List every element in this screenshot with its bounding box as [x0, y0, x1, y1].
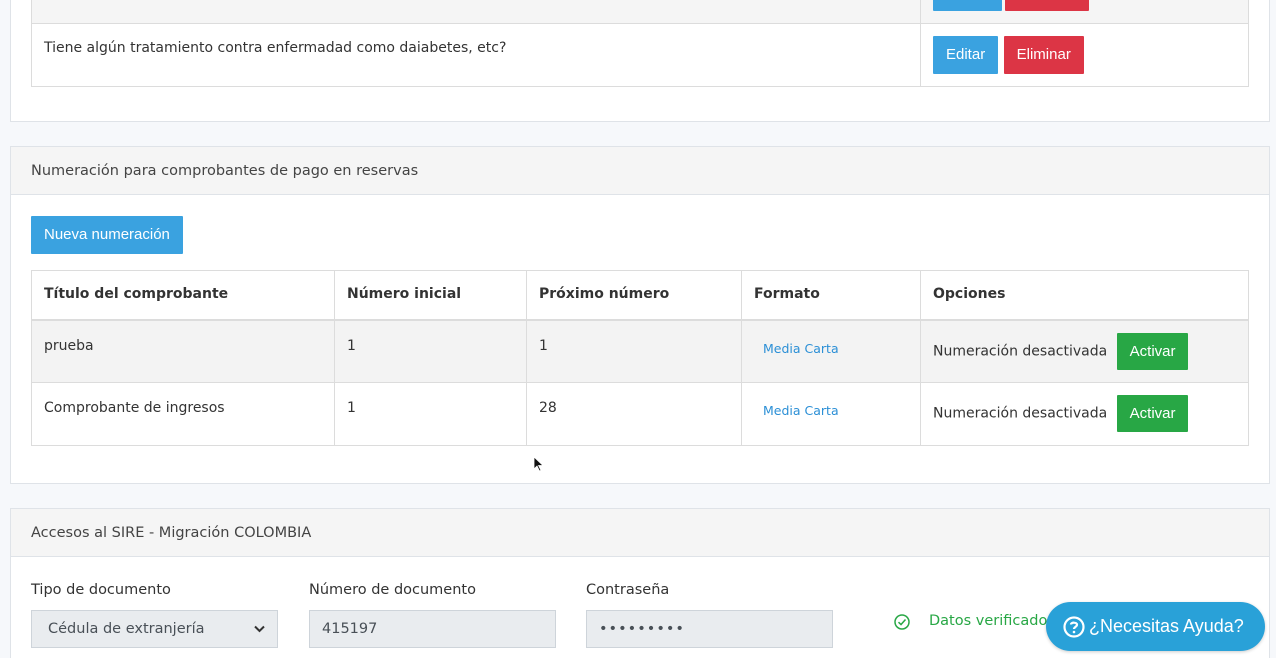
delete-button[interactable]: Eliminar	[1003, 36, 1084, 74]
numbering-panel: Numeración para comprobantes de pago en …	[10, 146, 1270, 484]
column-header: Próximo número	[526, 270, 742, 320]
format-cell: Media Carta	[741, 382, 921, 446]
table-row: Comprobante de ingresos 1 28 Media Carta…	[31, 382, 1249, 446]
questions-panel: Tiene algún tratamiento contra enfermada…	[10, 0, 1270, 122]
column-header: Número inicial	[334, 270, 527, 320]
doc-number-label: Número de documento	[309, 582, 476, 598]
options-cell: Numeración desactivada Activar	[920, 382, 1249, 446]
questions-table: Tiene algún tratamiento contra enfermada…	[31, 0, 1249, 87]
question-text: Tiene algún tratamiento contra enfermada…	[31, 23, 921, 87]
chevron-down-icon	[254, 625, 265, 633]
activate-button[interactable]: Activar	[1116, 395, 1189, 432]
status-text: Numeración desactivada	[933, 405, 1108, 422]
status-text: Numeración desactivada	[933, 343, 1108, 359]
start-number: 1	[334, 382, 527, 446]
numbering-table: Título del comprobante Número inicial Pr…	[31, 270, 1249, 446]
format-cell: Media Carta	[741, 319, 921, 383]
next-number: 28	[526, 382, 742, 446]
verified-text: Datos verificados	[929, 613, 1055, 629]
password-label: Contraseña	[586, 582, 670, 598]
receipt-title: prueba	[31, 319, 335, 383]
mouse-cursor-icon	[533, 456, 545, 472]
next-number: 1	[526, 319, 742, 383]
format-link[interactable]: Media Carta	[763, 341, 839, 356]
table-row: prueba 1 1 Media Carta Numeración desact…	[31, 319, 1249, 383]
table-header-row: Título del comprobante Número inicial Pr…	[31, 270, 1249, 320]
table-cell	[920, 0, 1249, 24]
delete-button-partial[interactable]	[1005, 0, 1089, 11]
doc-type-value: Cédula de extranjería	[48, 621, 205, 637]
edit-button[interactable]: Editar	[933, 36, 999, 74]
table-row	[31, 0, 1249, 24]
start-number: 1	[334, 319, 527, 383]
table-cell: Editar Eliminar	[920, 23, 1249, 87]
edit-button-partial[interactable]	[933, 0, 1002, 11]
receipt-title: Comprobante de ingresos	[31, 382, 335, 446]
check-circle-icon	[894, 614, 910, 630]
doc-number-input[interactable]: 415197	[309, 610, 556, 648]
format-link[interactable]: Media Carta	[763, 403, 839, 418]
doc-type-label: Tipo de documento	[31, 582, 171, 598]
column-header: Opciones	[920, 270, 1249, 320]
new-numbering-button[interactable]: Nueva numeración	[31, 216, 183, 254]
help-button[interactable]: ¿Necesitas Ayuda?	[1046, 602, 1265, 651]
column-header: Formato	[741, 270, 921, 320]
password-input[interactable]: •••••••••	[586, 610, 833, 648]
options-cell: Numeración desactivada Activar	[920, 319, 1249, 383]
help-label: ¿Necesitas Ayuda?	[1089, 616, 1244, 636]
table-cell	[31, 0, 921, 24]
doc-type-select[interactable]: Cédula de extranjería	[31, 610, 278, 648]
column-header: Título del comprobante	[31, 270, 335, 320]
table-row: Tiene algún tratamiento contra enfermada…	[31, 23, 1249, 87]
activate-button[interactable]: Activar	[1116, 332, 1189, 370]
panel-title: Numeración para comprobantes de pago en …	[11, 147, 1269, 195]
question-circle-icon	[1063, 615, 1085, 638]
panel-title: Accesos al SIRE - Migración COLOMBIA	[11, 509, 1269, 557]
